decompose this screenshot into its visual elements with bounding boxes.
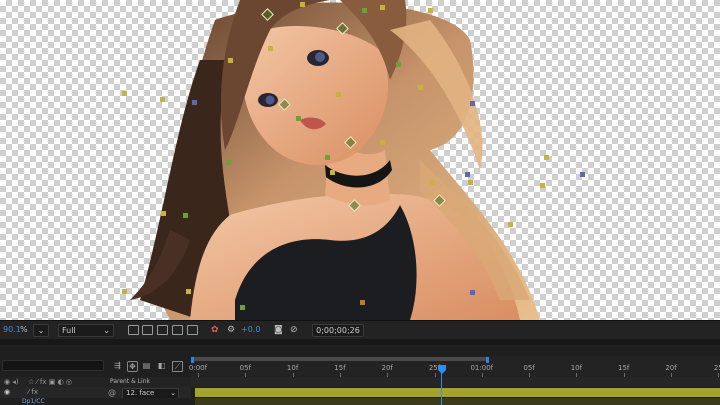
track-point[interactable] [186, 289, 191, 294]
ruler-tick-label: 05f [523, 364, 535, 372]
ruler-tick-label: 15f [618, 364, 630, 372]
track-point[interactable] [122, 289, 127, 294]
track-point[interactable] [226, 160, 231, 165]
parent-layer-name: 12. face [126, 389, 155, 397]
track-point[interactable] [122, 91, 127, 96]
track-point[interactable] [161, 211, 166, 216]
graph-editor-icon[interactable]: ⟋ [172, 361, 183, 372]
composition-viewer[interactable] [0, 0, 720, 320]
ruler-tick-label: 10f [570, 364, 583, 372]
track-point[interactable] [300, 2, 305, 7]
track-point[interactable] [228, 58, 233, 63]
ruler-tick-label: 20f [381, 364, 393, 372]
track-point[interactable] [428, 8, 433, 13]
layer-subrow: Dp1/CC [0, 398, 191, 405]
exposure-value[interactable]: +0.0 [241, 321, 260, 339]
track-point[interactable] [330, 170, 335, 175]
character-artwork [130, 0, 540, 320]
layer-sub-duration-bar [195, 398, 720, 405]
comp-flowchart-icon[interactable]: ⇶ [113, 361, 122, 370]
color-management-icon[interactable]: ⚙ [227, 321, 235, 339]
track-point[interactable] [192, 100, 197, 105]
layer-duration-bar[interactable] [195, 388, 720, 397]
layer-switches[interactable]: ⁄ fx [28, 387, 38, 398]
track-point[interactable] [183, 213, 188, 218]
chevron-down-icon: ⌄ [170, 389, 176, 397]
layer-search-input[interactable] [2, 360, 104, 371]
3d-view-icon[interactable] [187, 325, 198, 335]
magnification-value[interactable]: 90.1 [3, 321, 21, 339]
mask-visibility-icon[interactable] [157, 325, 168, 335]
parent-link-header: Parent & Link [110, 378, 150, 385]
track-point[interactable] [268, 46, 273, 51]
work-area-bar[interactable] [191, 357, 489, 363]
layer-sublabel: Dp1/CC [22, 398, 45, 405]
track-point[interactable] [325, 155, 330, 160]
ruler-tick-label: 0:00f [188, 364, 208, 372]
ruler-tick-label: 01:00f [470, 364, 494, 372]
visibility-eye-icon[interactable]: ◉ [4, 387, 10, 398]
resolution-dropdown[interactable]: Full ⌄ [58, 324, 114, 337]
viewer-control-bar: 90.1 % ⌄ Full ⌄ ✿ ⚙ +0.0 ◙ ⊘ 0;00;00;26 [0, 320, 720, 340]
track-point[interactable] [470, 290, 475, 295]
shy-layers-icon[interactable]: ▤ [142, 361, 151, 370]
snapshot-icon[interactable]: ◙ [274, 321, 283, 339]
magnification-dropdown-icon[interactable]: ⌄ [33, 324, 49, 337]
track-point[interactable] [540, 183, 545, 188]
frame-blending-icon[interactable]: ◧ [157, 361, 166, 370]
work-area-start-handle[interactable] [191, 357, 194, 363]
timeline-panel: ⇶ ✥ ▤ ◧ ⟋ 0:00f 05f 10f 15f 20f 25f 01:00f 05f 1… [0, 339, 720, 405]
track-header-row [191, 377, 720, 387]
track-point[interactable] [296, 116, 301, 121]
track-point[interactable] [418, 85, 423, 90]
layer-row[interactable]: ◉ ⁄ fx @ 12. face ⌄ [0, 387, 191, 399]
current-time-display[interactable]: 0;00;00;26 [312, 324, 364, 337]
chevron-down-icon: ⌄ [103, 326, 110, 335]
ruler-tick-label: 10f [286, 364, 299, 372]
resolution-label: Full [62, 326, 76, 335]
ruler-tick-label: 05f [239, 364, 251, 372]
magnification-unit: % [20, 325, 28, 334]
current-time-indicator-line [441, 373, 442, 405]
track-point[interactable] [336, 92, 341, 97]
track-point[interactable] [380, 140, 385, 145]
ruler-tick-label: 15f [334, 364, 346, 372]
layer-column-header: ◉ ◂) ☆ ⁄ fx ▣ ◐ ◎ Parent & Link [0, 377, 191, 387]
time-ruler[interactable]: 0:00f05f10f15f20f25f01:00f05f10f15f20f25 [188, 356, 720, 377]
color-channels-icon[interactable]: ✿ [211, 321, 219, 339]
track-point[interactable] [468, 180, 473, 185]
ruler-tick-label: 20f [665, 364, 677, 372]
timeline-tab-bar [0, 339, 720, 345]
show-snapshot-icon[interactable]: ⊘ [290, 321, 298, 339]
track-point[interactable] [470, 101, 475, 106]
track-point[interactable] [360, 300, 365, 305]
track-point[interactable] [362, 8, 367, 13]
region-of-interest-icon[interactable] [128, 325, 139, 335]
track-point[interactable] [508, 222, 513, 227]
track-point[interactable] [396, 62, 401, 67]
track-point[interactable] [430, 180, 435, 185]
switches-icons[interactable]: ☆ ⁄ fx ▣ ◐ ◎ [28, 377, 72, 387]
transparency-grid-icon[interactable] [142, 325, 153, 335]
track-point[interactable] [544, 155, 549, 160]
track-point[interactable] [380, 5, 385, 10]
av-features-icon[interactable]: ◉ ◂) [4, 377, 19, 387]
track-point[interactable] [240, 305, 245, 310]
guides-icon[interactable] [172, 325, 183, 335]
track-point[interactable] [465, 172, 470, 177]
draft-3d-icon[interactable]: ✥ [127, 361, 138, 372]
track-point[interactable] [580, 172, 585, 177]
work-area-end-handle[interactable] [486, 357, 489, 363]
pickwhip-icon[interactable]: @ [108, 387, 116, 398]
ruler-tick-label: 25 [713, 364, 720, 372]
track-point[interactable] [160, 97, 165, 102]
